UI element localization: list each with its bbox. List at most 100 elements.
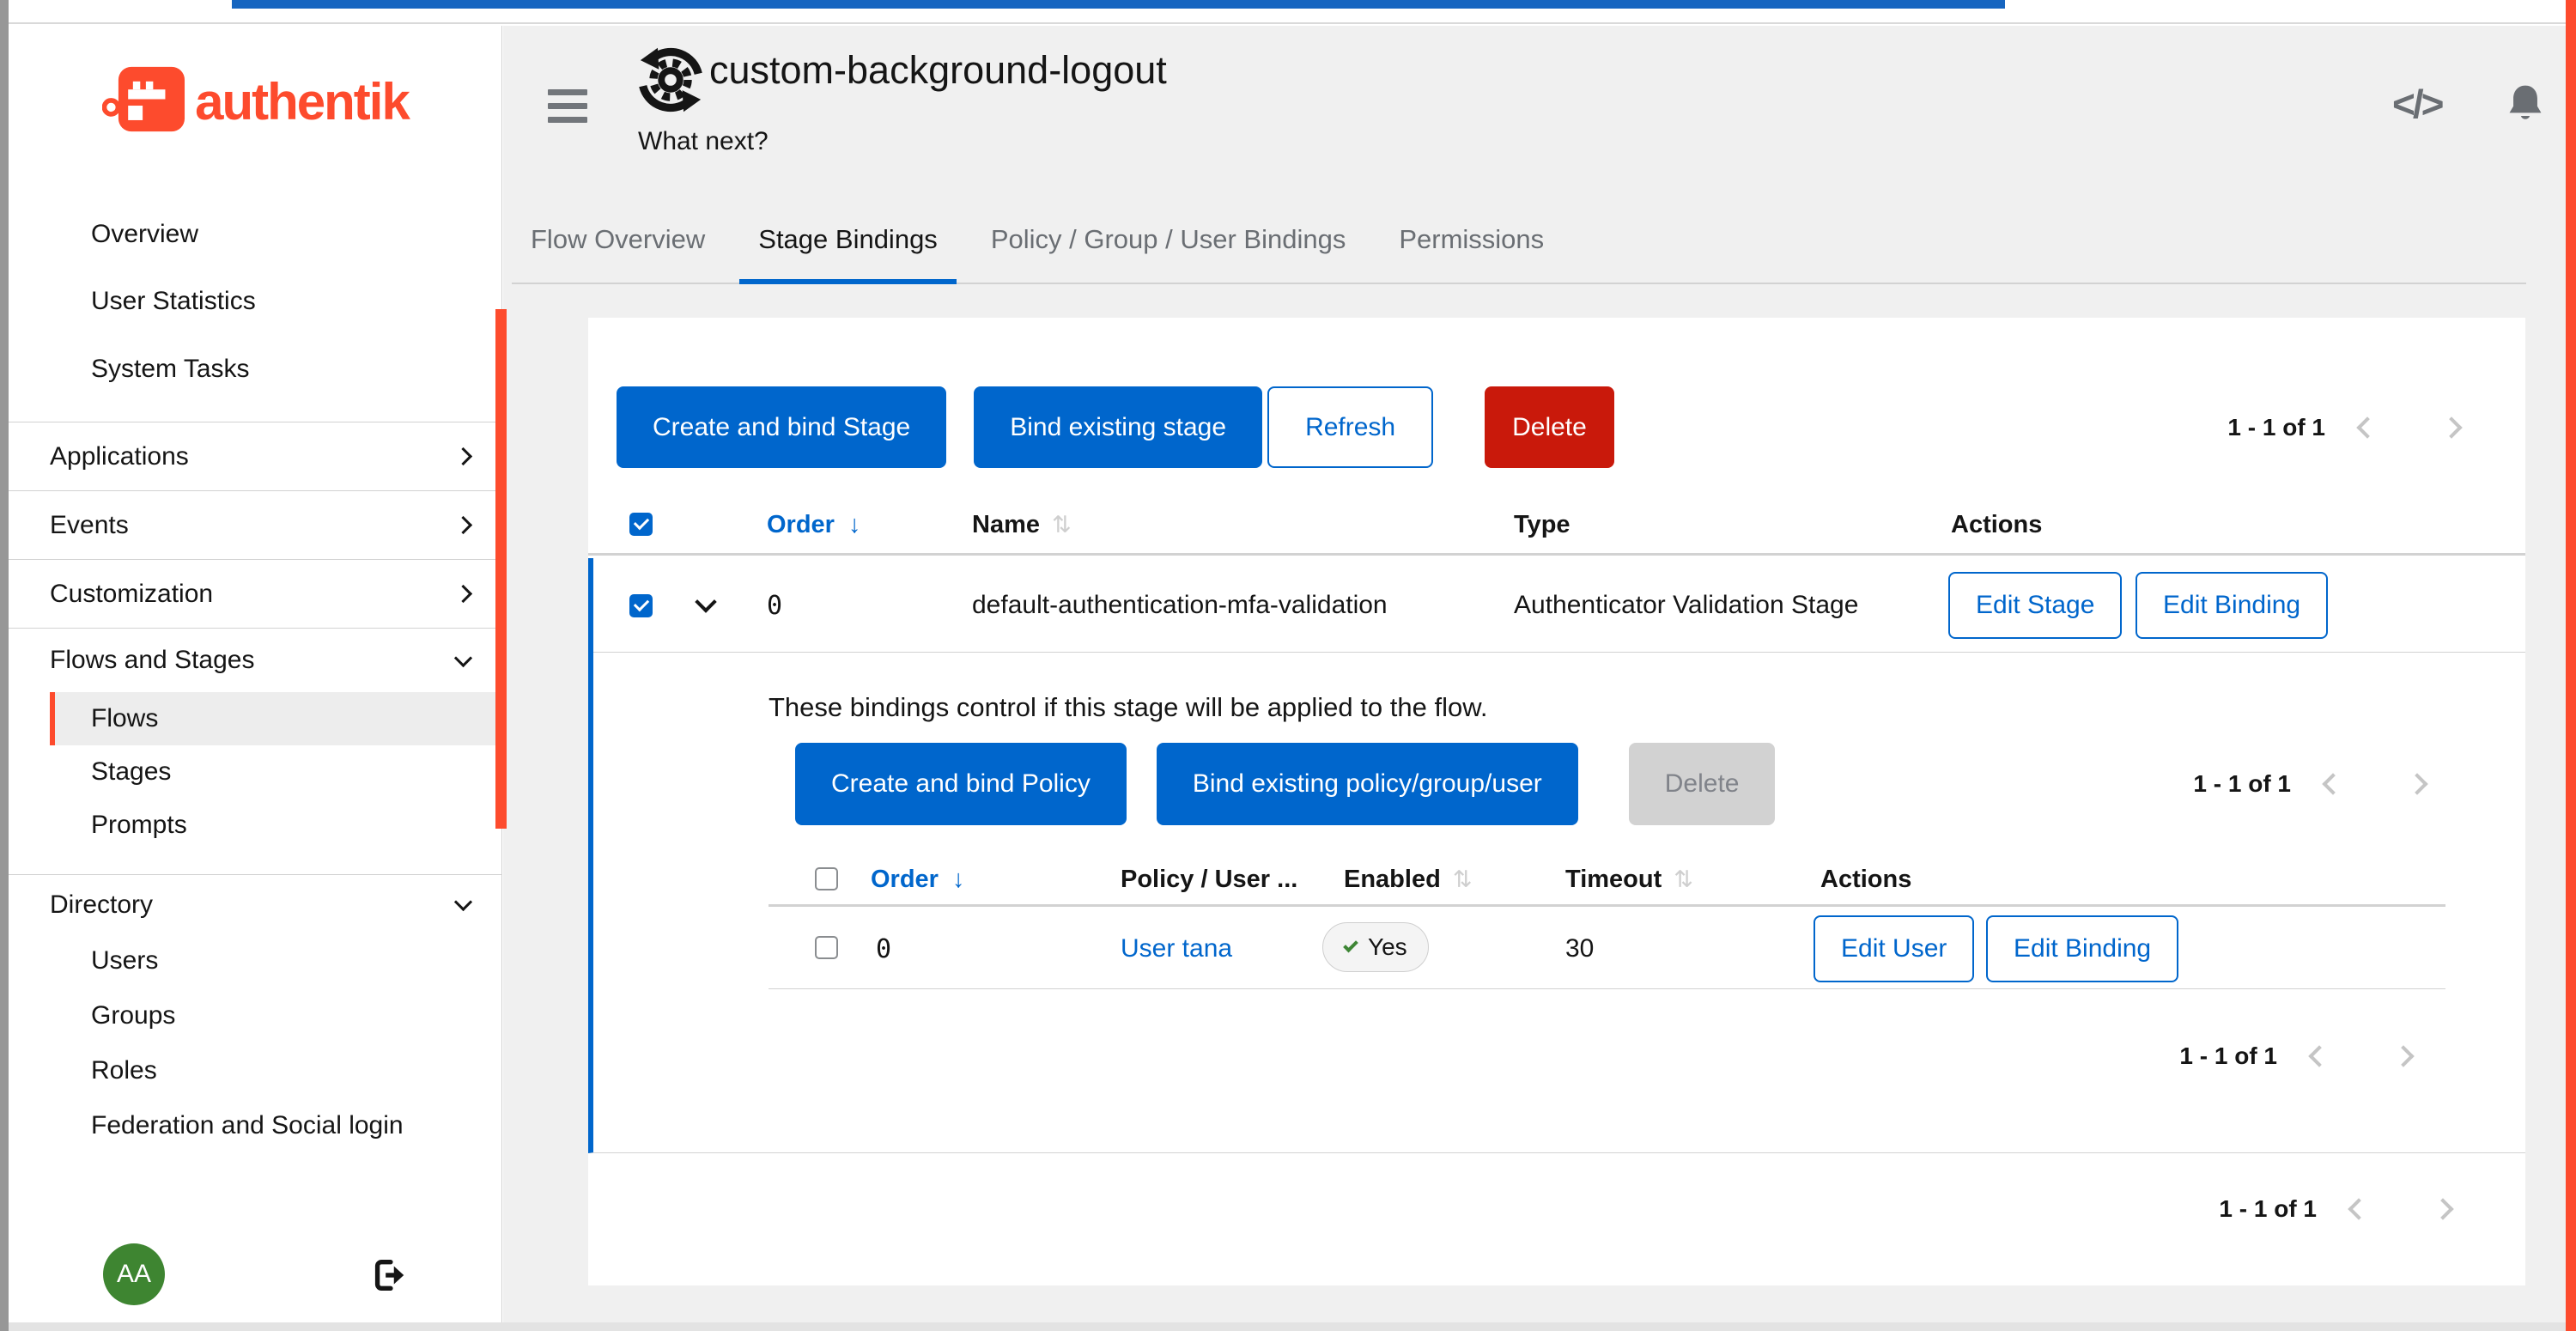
chevron-right-icon bbox=[454, 585, 472, 603]
browser-progress-bar bbox=[232, 0, 2005, 9]
column-header-type: Type bbox=[1514, 511, 1571, 539]
cell-policy-user-link[interactable]: User tana bbox=[1121, 934, 1232, 963]
sort-icon: ⇅ bbox=[1453, 866, 1473, 893]
selected-stage-binding-block: 0 default-authentication-mfa-validation … bbox=[588, 558, 2525, 1153]
window-bottom-strip bbox=[9, 1322, 2566, 1331]
column-header-order[interactable]: Order↓ bbox=[767, 511, 860, 539]
policy-delete-button[interactable]: Delete bbox=[1629, 743, 1776, 825]
row-checkbox[interactable] bbox=[629, 594, 653, 617]
sidebar-item-roles[interactable]: Roles bbox=[9, 1044, 502, 1097]
row-checkbox[interactable] bbox=[815, 936, 838, 959]
bind-existing-policy-button[interactable]: Bind existing policy/group/user bbox=[1157, 743, 1578, 825]
hamburger-menu-icon[interactable] bbox=[548, 89, 587, 131]
sidebar-item-users[interactable]: Users bbox=[9, 934, 502, 988]
tab-stage-bindings[interactable]: Stage Bindings bbox=[739, 196, 957, 283]
delete-button[interactable]: Delete bbox=[1485, 386, 1614, 468]
sidebar-scrollbar[interactable] bbox=[495, 309, 507, 829]
tab-bar: Flow Overview Stage Bindings Policy / Gr… bbox=[512, 196, 2526, 284]
refresh-button[interactable]: Refresh bbox=[1267, 386, 1433, 468]
pagination-next-icon[interactable] bbox=[2432, 1198, 2453, 1219]
pagination-next-icon[interactable] bbox=[2406, 773, 2427, 794]
pagination-prev-icon[interactable] bbox=[2348, 1198, 2369, 1219]
column-header-enabled[interactable]: Enabled⇅ bbox=[1344, 866, 1472, 894]
sidebar-item-prompts[interactable]: Prompts bbox=[9, 799, 502, 852]
sidebar-item-system-tasks[interactable]: System Tasks bbox=[9, 343, 502, 396]
sidebar-section-applications[interactable]: Applications bbox=[9, 422, 502, 490]
policy-table: Order↓ Policy / User ... Enabled⇅ Timeou… bbox=[769, 855, 2445, 989]
column-header-actions: Actions bbox=[1951, 511, 2042, 539]
sidebar-item-user-statistics[interactable]: User Statistics bbox=[9, 275, 502, 328]
bind-existing-stage-button[interactable]: Bind existing stage bbox=[974, 386, 1262, 468]
pagination-prev-icon[interactable] bbox=[2356, 416, 2378, 438]
sidebar-item-stages[interactable]: Stages bbox=[9, 745, 502, 799]
cell-timeout: 30 bbox=[1565, 934, 1594, 963]
sidebar-item-flows[interactable]: Flows bbox=[50, 692, 502, 745]
sidebar-item-groups[interactable]: Groups bbox=[9, 989, 502, 1042]
column-header-timeout[interactable]: Timeout⇅ bbox=[1565, 866, 1693, 894]
sidebar-section-flows-and-stages[interactable]: Flows and Stages bbox=[9, 628, 502, 692]
page-subtitle: What next? bbox=[638, 127, 769, 156]
select-all-checkbox[interactable] bbox=[629, 513, 653, 536]
tab-flow-overview[interactable]: Flow Overview bbox=[512, 196, 724, 283]
policy-toolbar: Create and bind Policy Bind existing pol… bbox=[795, 743, 1775, 825]
pagination-next-icon[interactable] bbox=[2392, 1045, 2414, 1067]
enabled-badge: Yes bbox=[1322, 922, 1429, 972]
stage-pagination: 1 - 1 of 1 bbox=[2227, 386, 2459, 468]
create-and-bind-policy-button[interactable]: Create and bind Policy bbox=[795, 743, 1127, 825]
edit-user-button[interactable]: Edit User bbox=[1814, 915, 1974, 982]
pagination-label: 1 - 1 of 1 bbox=[2193, 770, 2291, 798]
cell-type: Authenticator Validation Stage bbox=[1514, 591, 1858, 620]
check-icon bbox=[1343, 937, 1358, 952]
pagination-prev-icon[interactable] bbox=[2322, 773, 2343, 794]
process-automation-icon bbox=[634, 43, 708, 121]
avatar[interactable]: AA bbox=[103, 1243, 165, 1305]
api-code-icon[interactable]: </> bbox=[2392, 81, 2442, 127]
sidebar: authentik Overview User Statistics Syste… bbox=[9, 26, 502, 1322]
authentik-logo[interactable]: authentik bbox=[9, 50, 502, 153]
sidebar-item-federation[interactable]: Federation and Social login bbox=[9, 1099, 502, 1152]
stage-pagination-bottom: 1 - 1 of 1 bbox=[2219, 1185, 2451, 1233]
edit-binding-button[interactable]: Edit Binding bbox=[1986, 915, 2178, 982]
column-header-policy-user: Policy / User ... bbox=[1121, 866, 1297, 894]
row-expand-chevron-icon[interactable] bbox=[695, 591, 716, 612]
logout-icon[interactable] bbox=[369, 1255, 409, 1299]
sidebar-item-overview[interactable]: Overview bbox=[9, 208, 502, 261]
bindings-description: These bindings control if this stage wil… bbox=[769, 692, 1487, 723]
notifications-bell-icon[interactable] bbox=[2502, 81, 2549, 131]
sort-desc-icon: ↓ bbox=[848, 511, 861, 538]
authentik-logo-text: authentik bbox=[195, 72, 409, 131]
sidebar-section-customization[interactable]: Customization bbox=[9, 559, 502, 628]
stage-binding-row[interactable]: 0 default-authentication-mfa-validation … bbox=[593, 558, 2525, 653]
policy-table-header: Order↓ Policy / User ... Enabled⇅ Timeou… bbox=[769, 855, 2445, 907]
window-left-edge bbox=[0, 0, 9, 1331]
cell-order: 0 bbox=[876, 934, 891, 964]
stage-bindings-card: Create and bind Stage Bind existing stag… bbox=[588, 318, 2525, 1285]
stage-table-header: Order↓ Name⇅ Type Actions bbox=[588, 494, 2525, 556]
pagination-label: 1 - 1 of 1 bbox=[2227, 414, 2325, 441]
edit-stage-button[interactable]: Edit Stage bbox=[1948, 572, 2122, 639]
chevron-down-icon bbox=[454, 893, 472, 911]
policy-pagination-bottom: 1 - 1 of 1 bbox=[2179, 1032, 2411, 1080]
chevron-right-icon bbox=[454, 447, 472, 465]
expanded-policy-bindings: These bindings control if this stage wil… bbox=[593, 653, 2525, 1152]
chevron-down-icon bbox=[454, 648, 472, 666]
cell-name: default-authentication-mfa-validation bbox=[972, 591, 1388, 620]
create-and-bind-stage-button[interactable]: Create and bind Stage bbox=[617, 386, 946, 468]
sort-desc-icon: ↓ bbox=[952, 866, 965, 893]
column-header-order[interactable]: Order↓ bbox=[871, 866, 964, 894]
column-header-name[interactable]: Name⇅ bbox=[972, 511, 1072, 539]
policy-binding-row[interactable]: 0 User tana Yes 30 Edit User Edit Bindin… bbox=[769, 907, 2445, 989]
sidebar-section-directory[interactable]: Directory bbox=[9, 874, 502, 934]
pagination-prev-icon[interactable] bbox=[2308, 1045, 2330, 1067]
tab-policy-group-user-bindings[interactable]: Policy / Group / User Bindings bbox=[972, 196, 1365, 283]
window-right-orange-bar bbox=[2566, 0, 2576, 1331]
tab-permissions[interactable]: Permissions bbox=[1380, 196, 1563, 283]
cell-order: 0 bbox=[767, 591, 782, 621]
pagination-next-icon[interactable] bbox=[2440, 416, 2462, 438]
sort-icon: ⇅ bbox=[1674, 866, 1693, 893]
sort-icon: ⇅ bbox=[1052, 512, 1072, 538]
sidebar-section-events[interactable]: Events bbox=[9, 490, 502, 559]
select-all-checkbox[interactable] bbox=[815, 867, 838, 890]
policy-pagination: 1 - 1 of 1 bbox=[2193, 743, 2425, 825]
edit-binding-button[interactable]: Edit Binding bbox=[2136, 572, 2328, 639]
